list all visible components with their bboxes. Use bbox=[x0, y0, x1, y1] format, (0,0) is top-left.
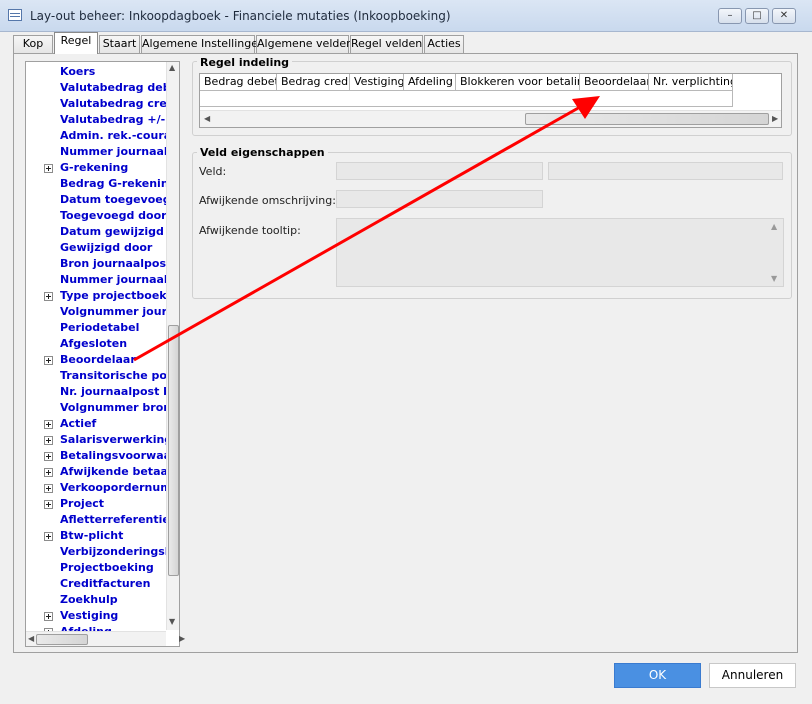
tab-regel[interactable]: Regel bbox=[54, 32, 98, 54]
annotation-arrow bbox=[133, 96, 600, 362]
annotation-arrow-line bbox=[133, 105, 581, 362]
